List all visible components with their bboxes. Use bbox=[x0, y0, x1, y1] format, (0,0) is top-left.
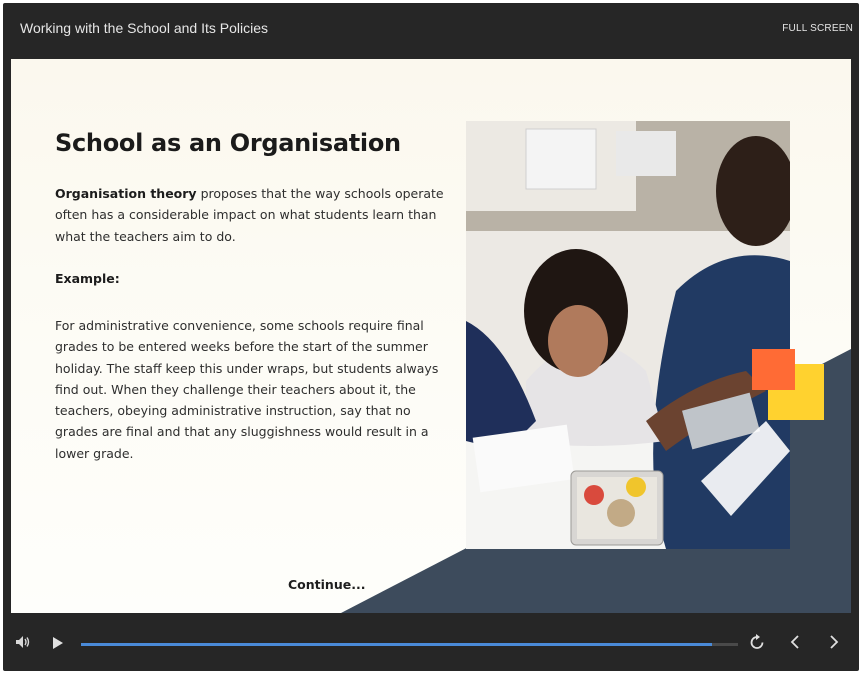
slide-canvas: School as an Organisation Organisation t… bbox=[11, 59, 851, 613]
decorative-orange-square bbox=[752, 349, 795, 390]
classroom-photo bbox=[466, 121, 790, 549]
player-controls bbox=[3, 613, 859, 671]
chevron-left-icon[interactable] bbox=[790, 635, 800, 654]
slide-heading: School as an Organisation bbox=[55, 129, 401, 157]
play-icon[interactable] bbox=[52, 636, 64, 655]
full-screen-button[interactable]: FULL SCREEN bbox=[782, 23, 853, 34]
paragraph-organisation-theory: Organisation theory proposes that the wa… bbox=[55, 183, 445, 247]
progress-bar[interactable] bbox=[81, 643, 738, 646]
replay-icon[interactable] bbox=[750, 634, 764, 655]
top-bar: Working with the School and Its Policies… bbox=[3, 3, 859, 59]
continue-button[interactable]: Continue... bbox=[288, 577, 365, 592]
volume-icon[interactable] bbox=[15, 635, 31, 654]
player-window: Working with the School and Its Policies… bbox=[3, 3, 859, 671]
example-label: Example: bbox=[55, 271, 120, 286]
chevron-right-icon[interactable] bbox=[829, 635, 839, 654]
course-title: Working with the School and Its Policies bbox=[20, 20, 268, 36]
example-paragraph: For administrative convenience, some sch… bbox=[55, 318, 439, 461]
term-organisation-theory: Organisation theory bbox=[55, 186, 197, 201]
progress-bar-fill bbox=[81, 643, 712, 646]
